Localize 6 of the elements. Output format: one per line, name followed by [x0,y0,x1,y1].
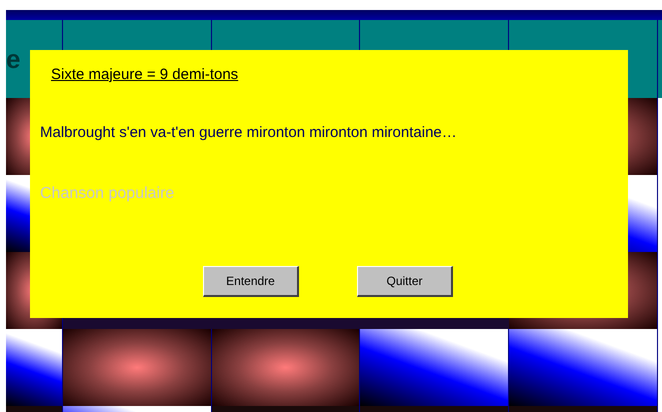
source-text: Chanson populaire [40,184,174,204]
lyrics-text: Malbrought s'en va-t'en guerre mironton mironton mirontaine… [40,122,457,142]
dialog-button[interactable]: Quitter [357,266,453,297]
dialog-title: Sixte majeure = 9 demi-tons [51,65,238,85]
header-label: e [6,43,20,76]
dialog-button[interactable]: Entendre [203,266,299,297]
